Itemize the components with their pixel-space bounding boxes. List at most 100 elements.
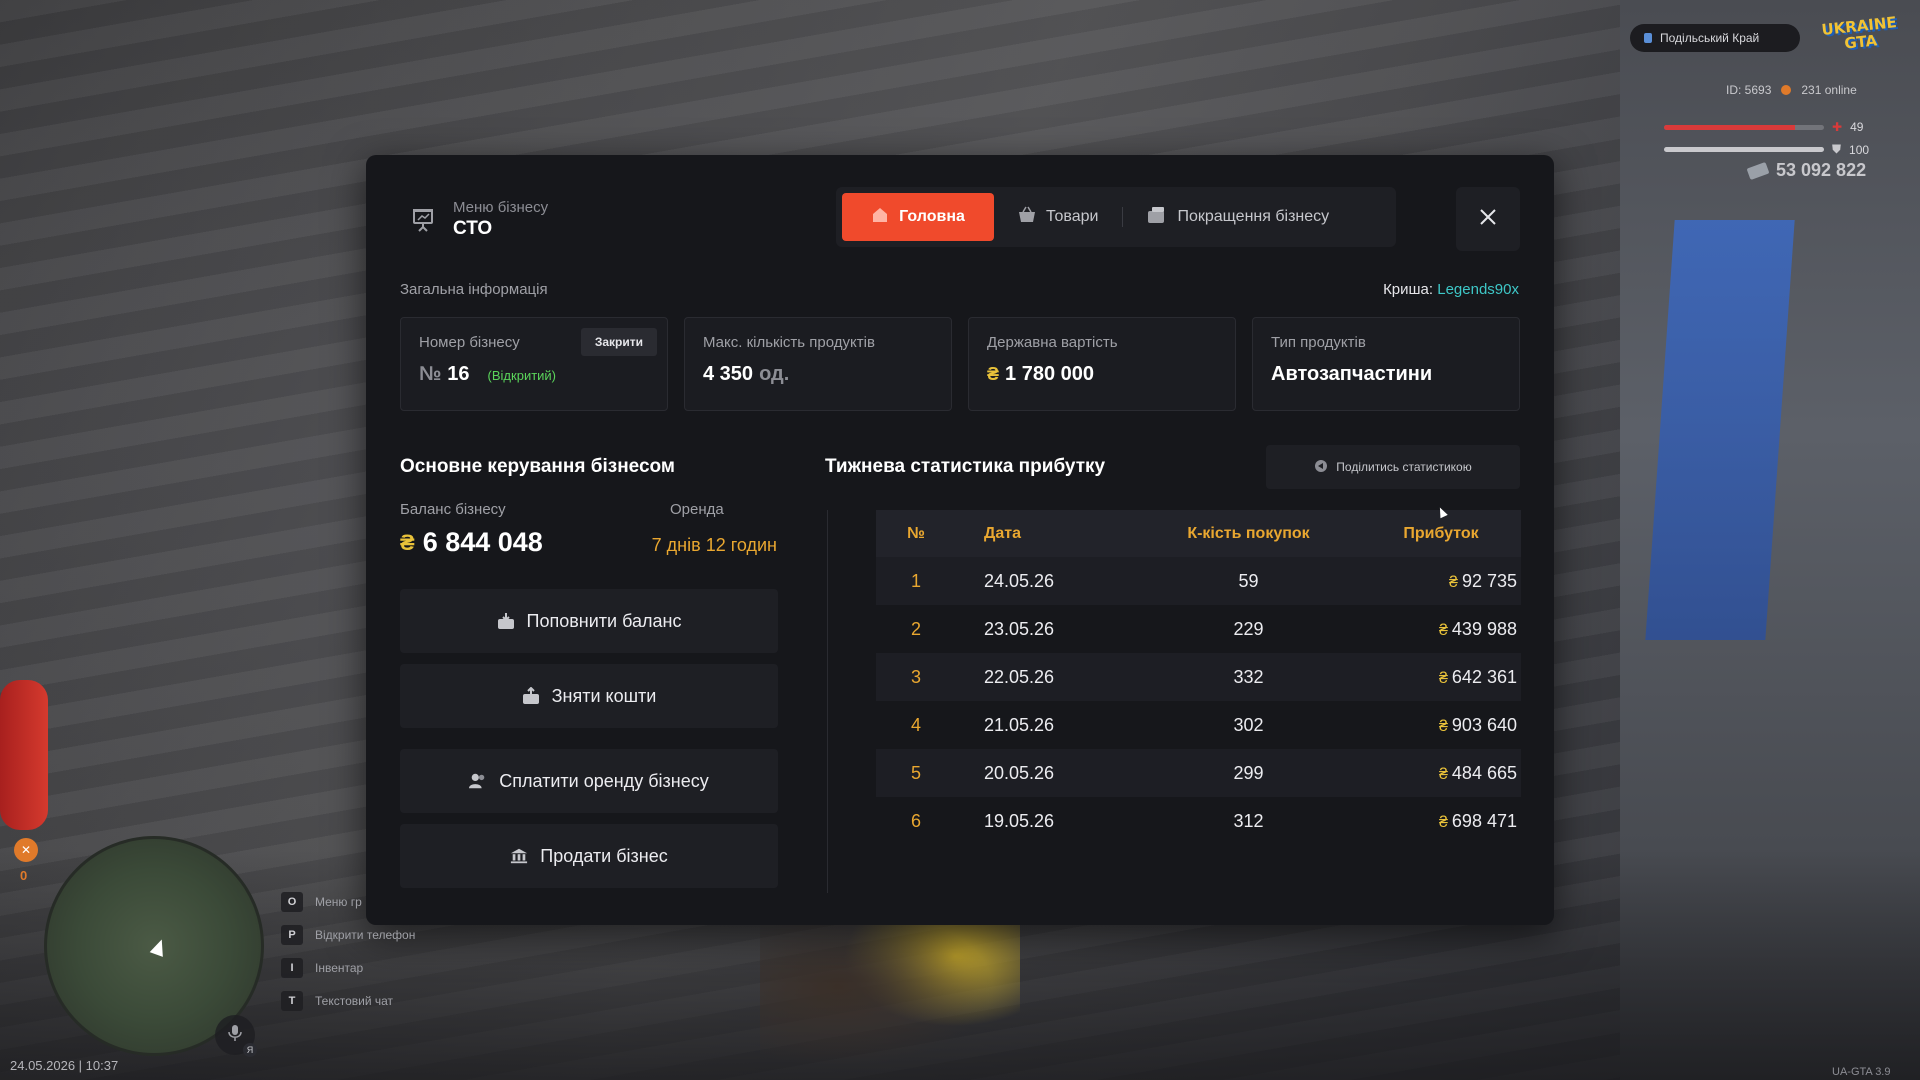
key-cap: I <box>281 958 303 978</box>
player-id: ID: 5693 <box>1726 83 1772 97</box>
row-profit: ₴ 698 471 <box>1361 811 1521 832</box>
cash-value: 53 092 822 <box>1776 160 1867 180</box>
armor-bar <box>1664 147 1824 152</box>
tab-main[interactable]: Головна <box>842 193 994 241</box>
server-name: Подільський Край <box>1660 31 1760 45</box>
tab-upgrades-label: Покращення бізнесу <box>1177 208 1330 225</box>
row-profit: ₴ 642 361 <box>1361 667 1521 688</box>
deposit-button[interactable]: Поповнити баланс <box>400 589 778 653</box>
pay-rent-label: Сплатити оренду бізнесу <box>499 770 709 791</box>
extinguisher-count: 0 <box>20 868 28 883</box>
game-logo: UKRAINE GTA <box>1816 10 1904 61</box>
key-hint: P Відкрити телефон <box>281 925 415 945</box>
table-row: 2 23.05.26 229 ₴ 439 988 <box>876 605 1521 653</box>
online-count: 231 online <box>1801 83 1857 97</box>
row-date: 19.05.26 <box>984 810 1055 831</box>
table-row: 6 19.05.26 312 ₴ 698 471 <box>876 797 1521 845</box>
presentation-icon <box>411 207 435 233</box>
hryvnia-icon: ₴ <box>1439 669 1448 687</box>
cash-display: 53 092 822 <box>1746 160 1867 181</box>
product-type-value: Автозапчастини <box>1271 363 1433 385</box>
row-profit-value: 92 735 <box>1461 570 1517 591</box>
row-date: 21.05.26 <box>984 714 1055 735</box>
row-count: 299 <box>1233 762 1264 783</box>
card-product-type: Тип продуктів Автозапчастини <box>1252 317 1520 411</box>
tab-main-label: Головна <box>899 208 965 225</box>
key-hint-label: Відкрити телефон <box>315 928 416 942</box>
row-profit: ₴ 484 665 <box>1361 763 1521 784</box>
tab-upgrades[interactable]: Покращення бізнесу <box>1123 193 1353 241</box>
key-cap: T <box>281 991 303 1011</box>
microphone-button[interactable]: Я <box>215 1015 257 1057</box>
row-count: 59 <box>1238 570 1259 591</box>
stats-table-body: 1 24.05.26 59 ₴ 92 735 2 23.05.26 229 ₴ 439 988 3 2… <box>876 557 1521 845</box>
stats-title: Тижнева статистика прибутку <box>825 456 1106 477</box>
hryvnia-icon: ₴ <box>1439 621 1448 639</box>
version-label: UA-GTA 3.9 <box>1832 1066 1891 1078</box>
close-icon <box>1479 208 1497 231</box>
header-date: Дата <box>984 524 1022 542</box>
max-products-unit: од. <box>759 363 790 385</box>
hryvnia-icon: ₴ <box>1439 813 1448 831</box>
max-products-value: 4 350 <box>703 363 754 385</box>
card-business-number: Номер бізнесу Закрити № 16 (Відкритий) <box>400 317 668 411</box>
key-cap: P <box>281 925 303 945</box>
balance-value: 6 844 048 <box>422 527 543 557</box>
player-id-online: ID: 5693 231 online <box>1726 83 1857 97</box>
key-hint: O Меню гр <box>281 892 362 912</box>
card-product-type-label: Тип продуктів <box>1271 334 1366 351</box>
sell-business-button[interactable]: Продати бізнес <box>400 824 778 888</box>
armor-bar-row: ⛊ 100 <box>1664 142 1869 157</box>
health-bar <box>1664 124 1824 130</box>
header-count: К-кість покупок <box>1187 524 1310 542</box>
tab-goods-label: Товари <box>1046 208 1099 225</box>
hryvnia-icon: ₴ <box>987 364 1000 384</box>
health-value: 49 <box>1850 120 1864 134</box>
player-arrow-icon <box>149 937 169 957</box>
hryvnia-icon: ₴ <box>400 529 415 555</box>
close-button[interactable] <box>1456 187 1520 251</box>
row-number: 2 <box>910 618 921 639</box>
row-profit-value: 642 361 <box>1451 666 1517 687</box>
roof-info: Криша: Legends90x <box>1383 281 1519 298</box>
armor-value: 100 <box>1849 142 1870 157</box>
row-profit: ₴ 903 640 <box>1361 715 1521 736</box>
row-count: 312 <box>1233 810 1264 831</box>
tab-goods[interactable]: Товари <box>994 193 1122 241</box>
share-icon <box>1314 459 1328 476</box>
microphone-icon <box>228 1024 242 1047</box>
row-number: 1 <box>910 570 921 591</box>
close-business-button[interactable]: Закрити <box>580 328 657 356</box>
shield-icon: ⛊ <box>1832 142 1842 156</box>
row-count: 332 <box>1233 666 1264 687</box>
date-time: 24.05.2026 | 10:37 <box>10 1058 119 1073</box>
number-prefix: № <box>419 363 442 385</box>
online-icon <box>1781 85 1792 95</box>
row-profit-value: 903 640 <box>1451 714 1517 735</box>
share-stats-button[interactable]: Поділитись статистикою <box>1266 445 1520 489</box>
roof-label: Криша: <box>1383 281 1434 298</box>
withdraw-label: Зняти кошти <box>551 685 657 706</box>
table-row: 5 20.05.26 299 ₴ 484 665 <box>876 749 1521 797</box>
row-profit-value: 439 988 <box>1451 618 1517 639</box>
row-count: 302 <box>1233 714 1264 735</box>
row-date: 22.05.26 <box>984 666 1055 687</box>
fire-extinguisher <box>0 680 48 830</box>
row-profit: ₴ 92 735 <box>1361 571 1521 592</box>
row-number: 5 <box>910 762 921 783</box>
business-menu-modal: Меню бізнесу СТО Головна Товари Покращен… <box>366 155 1554 925</box>
player-character <box>760 925 1020 1080</box>
key-hint: T Текстовий чат <box>281 991 393 1011</box>
table-row: 4 21.05.26 302 ₴ 903 640 <box>876 701 1521 749</box>
pay-rent-button[interactable]: Сплатити оренду бізнесу <box>400 749 778 813</box>
bank-icon <box>510 847 528 865</box>
row-profit-value: 698 471 <box>1451 810 1517 831</box>
row-date: 20.05.26 <box>984 762 1055 783</box>
key-hint-label: Меню гр <box>315 895 362 909</box>
withdraw-button[interactable]: Зняти кошти <box>400 664 778 728</box>
table-row: 3 22.05.26 332 ₴ 642 361 <box>876 653 1521 701</box>
menu-subtitle: Меню бізнесу <box>453 199 549 216</box>
money-icon <box>1746 161 1770 180</box>
row-profit-value: 484 665 <box>1451 762 1517 783</box>
hryvnia-icon: ₴ <box>1439 765 1448 783</box>
